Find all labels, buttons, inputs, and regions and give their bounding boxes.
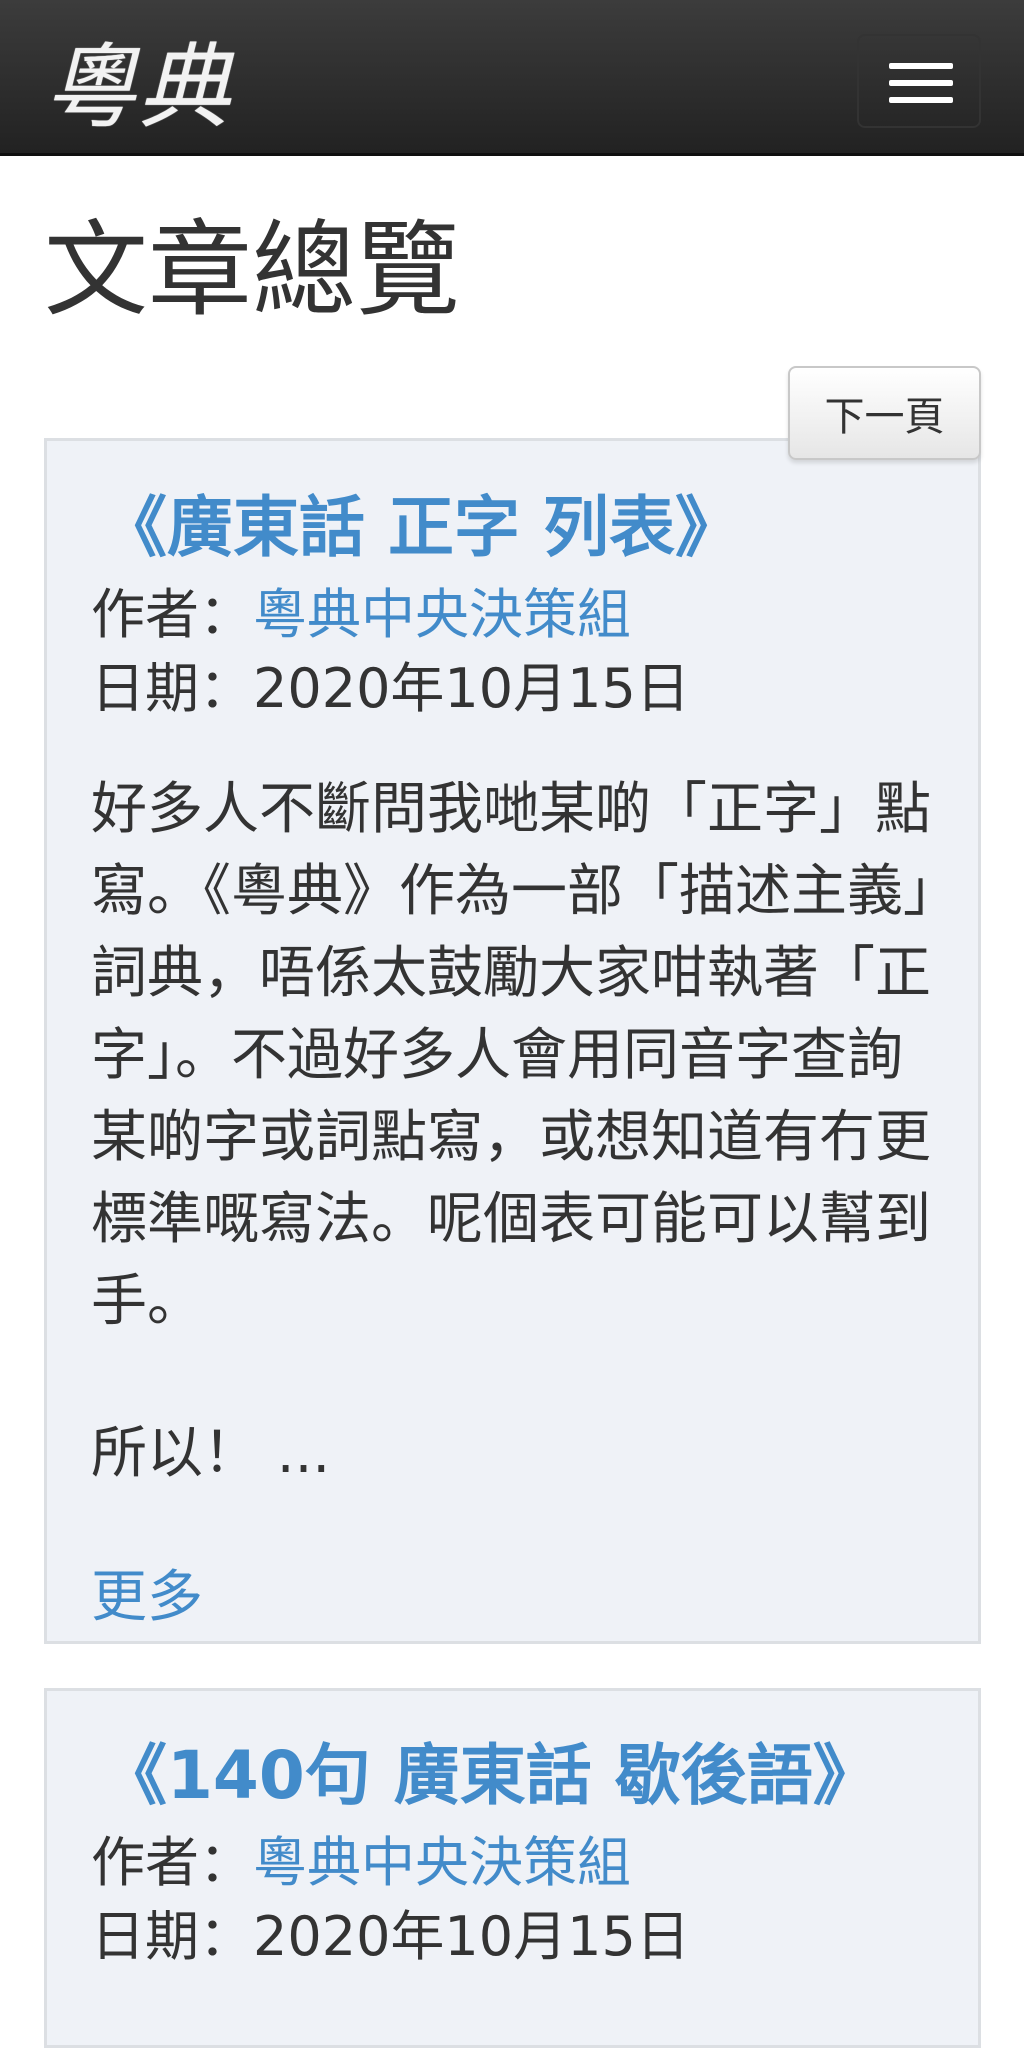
author-link[interactable]: 粵典中央決策組 — [253, 583, 631, 646]
author-label: 作者： — [91, 1831, 253, 1894]
read-more-link[interactable]: 更多 — [91, 1557, 203, 1639]
article-excerpt: 好多人不斷問我哋某啲「正字」點寫。《粵典》作為一部「描述主義」詞典，唔係太鼓勵大… — [91, 777, 931, 1334]
article-date: 日期：2020年10月15日 — [91, 651, 690, 727]
article-author: 作者：粵典中央決策組 — [91, 1825, 631, 1901]
author-label: 作者： — [91, 583, 253, 646]
article-card: 《廣東話 正字 列表》 作者：粵典中央決策組 日期：2020年10月15日 好多… — [44, 438, 981, 1644]
article-title-link[interactable]: 《廣東話 正字 列表》 — [101, 483, 741, 573]
article-card: 《140句 廣東話 歇後語》 作者：粵典中央決策組 日期：2020年10月15日 — [44, 1688, 981, 2048]
article-date: 日期：2020年10月15日 — [91, 1899, 690, 1975]
date-label: 日期： — [91, 657, 253, 720]
date-value: 2020年10月15日 — [253, 1905, 690, 1968]
author-link[interactable]: 粵典中央決策組 — [253, 1831, 631, 1894]
menu-toggle-button[interactable] — [857, 34, 981, 128]
next-page-button[interactable]: 下一頁 — [788, 366, 981, 460]
top-navbar: 粵典 — [0, 0, 1024, 156]
page-title: 文章總覽 — [44, 209, 461, 331]
site-logo[interactable]: 粵典 — [44, 20, 254, 141]
article-author: 作者：粵典中央決策組 — [91, 577, 631, 653]
date-value: 2020年10月15日 — [253, 657, 690, 720]
date-label: 日期： — [91, 1905, 253, 1968]
article-excerpt-tail: 所以！ ... — [91, 1421, 331, 1486]
article-title-link[interactable]: 《140句 廣東話 歇後語》 — [101, 1731, 879, 1821]
